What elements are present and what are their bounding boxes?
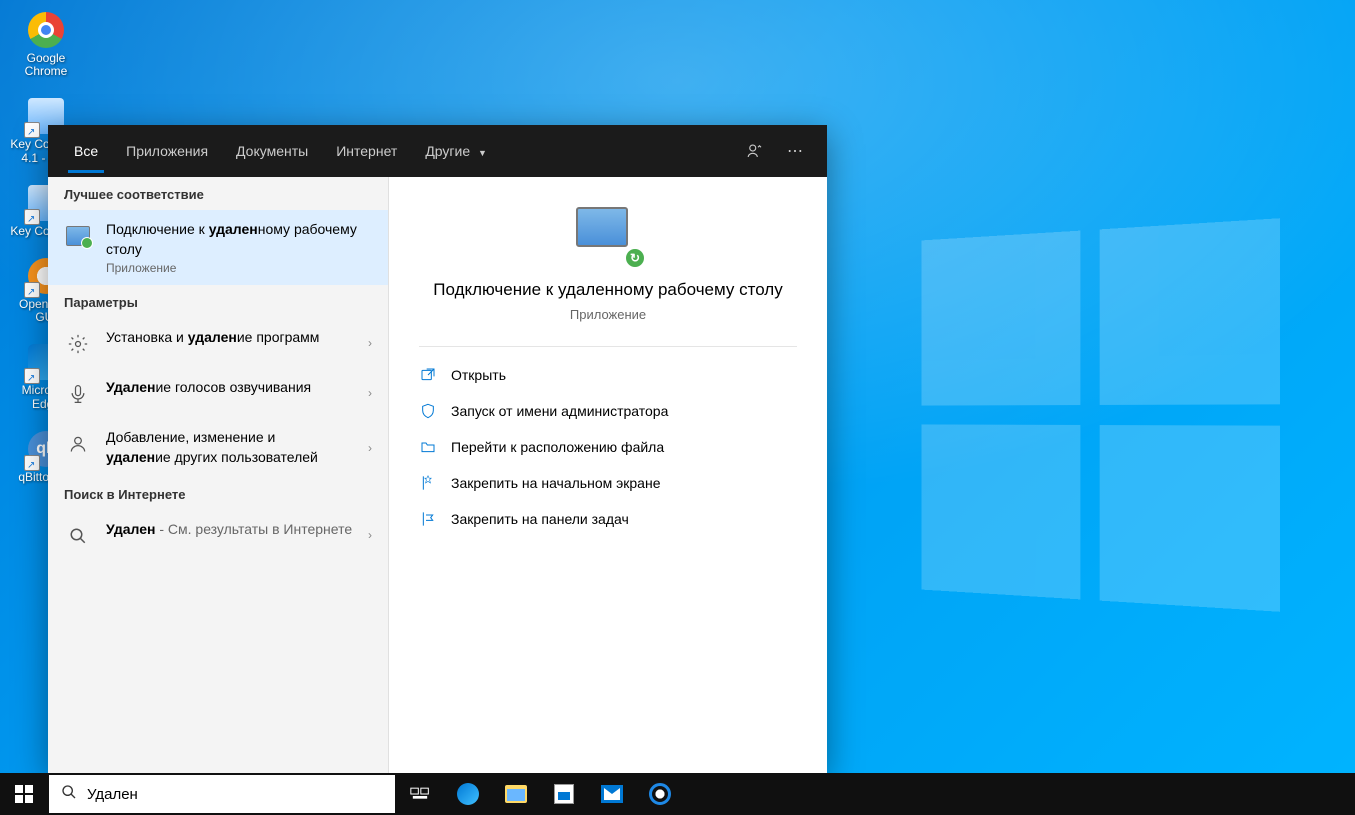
chevron-right-icon: › bbox=[368, 336, 372, 350]
search-tab-apps[interactable]: Приложения bbox=[112, 129, 222, 173]
windows-icon bbox=[15, 785, 33, 803]
section-settings: Параметры bbox=[48, 285, 388, 318]
result-title: Удаление голосов озвучивания bbox=[106, 378, 354, 398]
result-web-search[interactable]: Удален - См. результаты в Интернете › bbox=[48, 510, 388, 560]
feedback-icon[interactable] bbox=[735, 131, 775, 171]
search-tab-documents[interactable]: Документы bbox=[222, 129, 322, 173]
task-view-button[interactable] bbox=[396, 773, 444, 815]
search-preview-pane: ↻ Подключение к удаленному рабочему стол… bbox=[388, 177, 827, 773]
result-title: Подключение к удаленному рабочему столу bbox=[106, 220, 372, 259]
chevron-right-icon: › bbox=[368, 441, 372, 455]
chevron-right-icon: › bbox=[368, 528, 372, 542]
store-icon bbox=[554, 784, 574, 804]
action-pin-taskbar[interactable]: Закрепить на панели задач bbox=[389, 501, 827, 537]
start-search-panel: Все Приложения Документы Интернет Другие… bbox=[48, 125, 827, 773]
more-options-icon[interactable]: ⋯ bbox=[775, 131, 815, 171]
taskbar-app-mail[interactable] bbox=[588, 773, 636, 815]
search-tabs-header: Все Приложения Документы Интернет Другие… bbox=[48, 125, 827, 177]
result-title: Удален - См. результаты в Интернете bbox=[106, 520, 354, 540]
preview-title: Подключение к удаленному рабочему столу bbox=[433, 279, 782, 301]
search-tab-more-label: Другие bbox=[425, 143, 470, 159]
desktop-icon-chrome[interactable]: Google Chrome bbox=[8, 10, 84, 78]
remote-desktop-icon bbox=[64, 222, 92, 250]
person-icon bbox=[64, 430, 92, 458]
result-title: Добавление, изменение и удаление других … bbox=[106, 428, 354, 467]
action-label: Закрепить на панели задач bbox=[451, 511, 629, 527]
action-open[interactable]: Открыть bbox=[389, 357, 827, 393]
start-button[interactable] bbox=[0, 773, 48, 815]
chevron-down-icon: ▼ bbox=[478, 148, 487, 158]
result-uninstall-programs[interactable]: Установка и удаление программ › bbox=[48, 318, 388, 368]
taskbar-app-ie[interactable] bbox=[636, 773, 684, 815]
search-tab-all[interactable]: Все bbox=[60, 129, 112, 173]
internet-explorer-icon bbox=[649, 783, 671, 805]
taskbar-app-edge[interactable] bbox=[444, 773, 492, 815]
section-best-match: Лучшее соответствие bbox=[48, 177, 388, 210]
shield-icon bbox=[419, 403, 437, 419]
search-input[interactable] bbox=[87, 786, 383, 803]
search-icon bbox=[61, 784, 77, 804]
microphone-icon bbox=[64, 380, 92, 408]
action-label: Перейти к расположению файла bbox=[451, 439, 664, 455]
taskbar-app-store[interactable] bbox=[540, 773, 588, 815]
search-tab-more[interactable]: Другие ▼ bbox=[411, 129, 501, 173]
section-web: Поиск в Интернете bbox=[48, 477, 388, 510]
remote-desktop-icon-large: ↻ bbox=[576, 207, 640, 263]
pin-icon bbox=[419, 511, 437, 527]
search-icon bbox=[64, 522, 92, 550]
search-results-list: Лучшее соответствие Подключение к удален… bbox=[48, 177, 388, 773]
folder-icon bbox=[419, 439, 437, 455]
result-manage-users[interactable]: Добавление, изменение и удаление других … bbox=[48, 418, 388, 477]
pin-icon bbox=[419, 475, 437, 491]
action-label: Открыть bbox=[451, 367, 506, 383]
result-remove-voices[interactable]: Удаление голосов озвучивания › bbox=[48, 368, 388, 418]
edge-icon bbox=[457, 783, 479, 805]
mail-icon bbox=[601, 785, 623, 803]
result-subtitle: Приложение bbox=[106, 261, 372, 275]
action-pin-start[interactable]: Закрепить на начальном экране bbox=[389, 465, 827, 501]
open-icon bbox=[419, 367, 437, 383]
action-run-as-admin[interactable]: Запуск от имени администратора bbox=[389, 393, 827, 429]
chrome-icon bbox=[28, 12, 64, 48]
search-tab-internet[interactable]: Интернет bbox=[322, 129, 411, 173]
result-remote-desktop[interactable]: Подключение к удаленному рабочему столу … bbox=[48, 210, 388, 285]
preview-actions: Открыть Запуск от имени администратора П… bbox=[389, 347, 827, 547]
taskbar-search-box[interactable] bbox=[49, 775, 395, 813]
action-label: Запуск от имени администратора bbox=[451, 403, 668, 419]
wallpaper-windows-logo bbox=[921, 218, 1280, 612]
taskbar bbox=[0, 773, 1355, 815]
action-label: Закрепить на начальном экране bbox=[451, 475, 661, 491]
action-open-location[interactable]: Перейти к расположению файла bbox=[389, 429, 827, 465]
file-explorer-icon bbox=[505, 785, 527, 803]
taskbar-app-explorer[interactable] bbox=[492, 773, 540, 815]
chevron-right-icon: › bbox=[368, 386, 372, 400]
divider bbox=[419, 346, 797, 347]
preview-subtitle: Приложение bbox=[570, 307, 646, 322]
result-title: Установка и удаление программ bbox=[106, 328, 354, 348]
desktop-icon-label: Google Chrome bbox=[8, 52, 84, 78]
gear-icon bbox=[64, 330, 92, 358]
